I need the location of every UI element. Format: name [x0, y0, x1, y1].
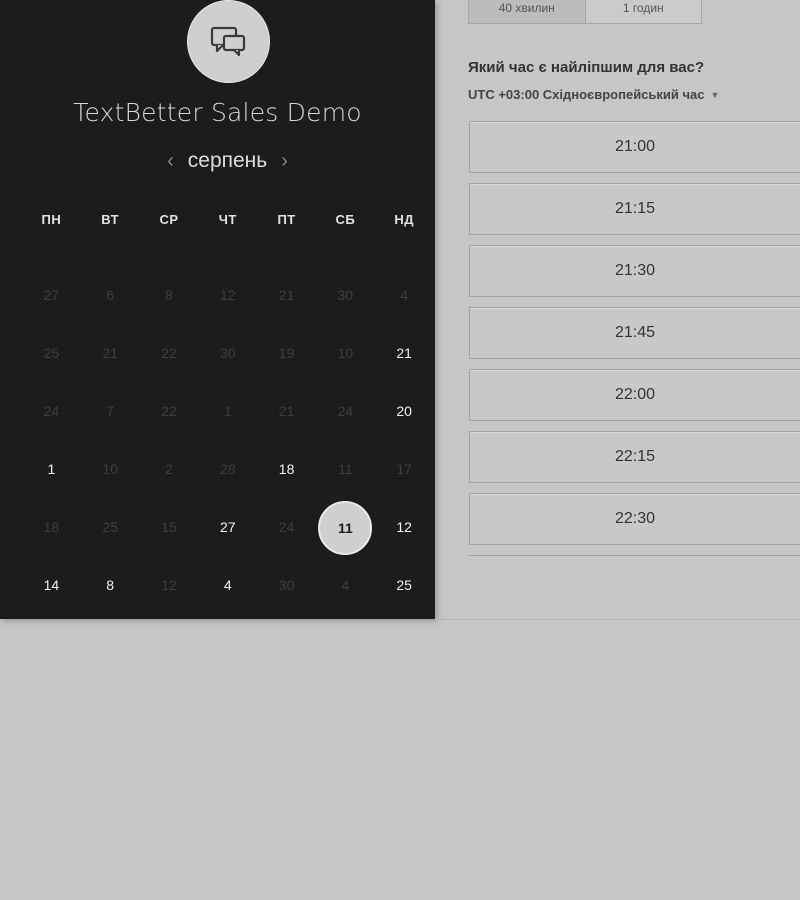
divider	[435, 619, 800, 620]
calendar-day[interactable]: 20	[375, 400, 434, 458]
duration-option-40min[interactable]: 40 хвилин	[469, 0, 586, 23]
time-slot-button[interactable]: 21:15	[469, 183, 800, 235]
calendar-day: 25	[102, 519, 118, 535]
calendar-day: 8	[165, 287, 173, 303]
month-label: серпень	[187, 149, 268, 172]
calendar-day: 7	[106, 403, 115, 419]
calendar-day: 24	[337, 403, 354, 419]
weekday-label: СР	[159, 212, 179, 227]
calendar-panel: TextBetter Sales Demo ‹ серпень › ПН ВТ …	[0, 0, 435, 619]
weekday-label: ПН	[41, 212, 62, 227]
time-slot-partial	[469, 555, 800, 564]
chat-bubbles-icon	[210, 26, 245, 56]
calendar-day-selected[interactable]: 11	[316, 501, 375, 574]
weekday-label: ВТ	[101, 212, 120, 227]
time-slot-button[interactable]: 22:15	[469, 431, 800, 483]
weekday-label: ЧТ	[218, 212, 237, 227]
timezone-label: UTC +03:00 Східноєвропейський час	[468, 87, 705, 102]
calendar-day: 21	[278, 403, 295, 419]
prev-month-chevron-icon[interactable]: ‹	[167, 149, 174, 173]
calendar-day: 15	[161, 519, 177, 535]
time-slot-button[interactable]: 21:45	[469, 307, 800, 359]
calendar-day: 1	[223, 403, 232, 419]
calendar-day: 24	[278, 519, 295, 535]
calendar-day: 30	[220, 345, 236, 361]
timezone-selector[interactable]: UTC +03:00 Східноєвропейський час ▼	[468, 87, 719, 102]
calendar-grid: 27 6 8 12 21 30 4 25 21 22 30 19 10 21 24 7 22 1 21 24 20 1 10…	[22, 284, 434, 632]
duration-option-1hour[interactable]: 1 годин	[586, 0, 702, 23]
duration-selector: 40 хвилин 1 годин	[468, 0, 702, 24]
calendar-day: 18	[43, 519, 60, 535]
time-slot-button[interactable]: 22:30	[469, 493, 800, 545]
month-navigator: ‹ серпень ›	[0, 149, 455, 173]
calendar-day: 6	[106, 287, 115, 303]
time-slot-button[interactable]: 21:30	[469, 245, 800, 297]
calendar-day[interactable]: 12	[375, 516, 434, 574]
selected-day-marker: 11	[318, 501, 373, 555]
calendar-day[interactable]: 1	[22, 458, 81, 516]
time-question-heading: Який час є найліпшим для вас?	[468, 59, 705, 76]
calendar-day[interactable]: 8	[81, 574, 140, 632]
calendar-day[interactable]: 18	[257, 458, 316, 516]
page-title: TextBetter Sales Demo	[73, 98, 362, 127]
calendar-day: 21	[278, 287, 295, 303]
calendar-day: 27	[43, 287, 60, 303]
calendar-day: 17	[396, 461, 412, 477]
calendar-day: 2	[165, 461, 173, 477]
calendar-day: 12	[161, 577, 177, 593]
weekday-label: ПТ	[277, 212, 296, 227]
calendar-day: 22	[161, 345, 177, 361]
calendar-day: 4	[341, 577, 350, 593]
calendar-day[interactable]: 4	[198, 574, 257, 632]
calendar-day[interactable]: 21	[375, 342, 434, 400]
calendar-day: 25	[43, 345, 60, 361]
caret-down-icon: ▼	[710, 89, 720, 100]
calendar-day: 24	[43, 403, 60, 419]
calendar-day: 12	[220, 287, 236, 303]
calendar-day: 10	[102, 461, 118, 477]
weekday-label: НД	[394, 212, 414, 227]
calendar-day: 30	[337, 287, 354, 303]
calendar-day[interactable]: 14	[22, 574, 81, 632]
calendar-day: 21	[102, 345, 118, 361]
calendar-day: 19	[278, 345, 295, 361]
next-month-chevron-icon[interactable]: ›	[281, 149, 288, 173]
time-slot-button[interactable]: 21:00	[469, 121, 800, 173]
avatar	[187, 0, 270, 83]
calendar-day: 28	[220, 461, 236, 477]
calendar-day: 4	[400, 287, 409, 303]
weekday-header: ПН ВТ СР ЧТ ПТ СБ НД	[22, 212, 434, 227]
time-slot-button[interactable]: 22:00	[469, 369, 800, 421]
calendar-day: 22	[161, 403, 177, 419]
weekday-label: СБ	[335, 212, 356, 227]
calendar-day[interactable]: 25	[375, 574, 434, 632]
time-slot-list: 21:00 21:15 21:30 21:45 22:00 22:15 22:30	[469, 121, 800, 555]
calendar-day: 10	[337, 345, 354, 361]
calendar-day[interactable]: 27	[198, 516, 257, 574]
calendar-day: 30	[278, 577, 295, 593]
